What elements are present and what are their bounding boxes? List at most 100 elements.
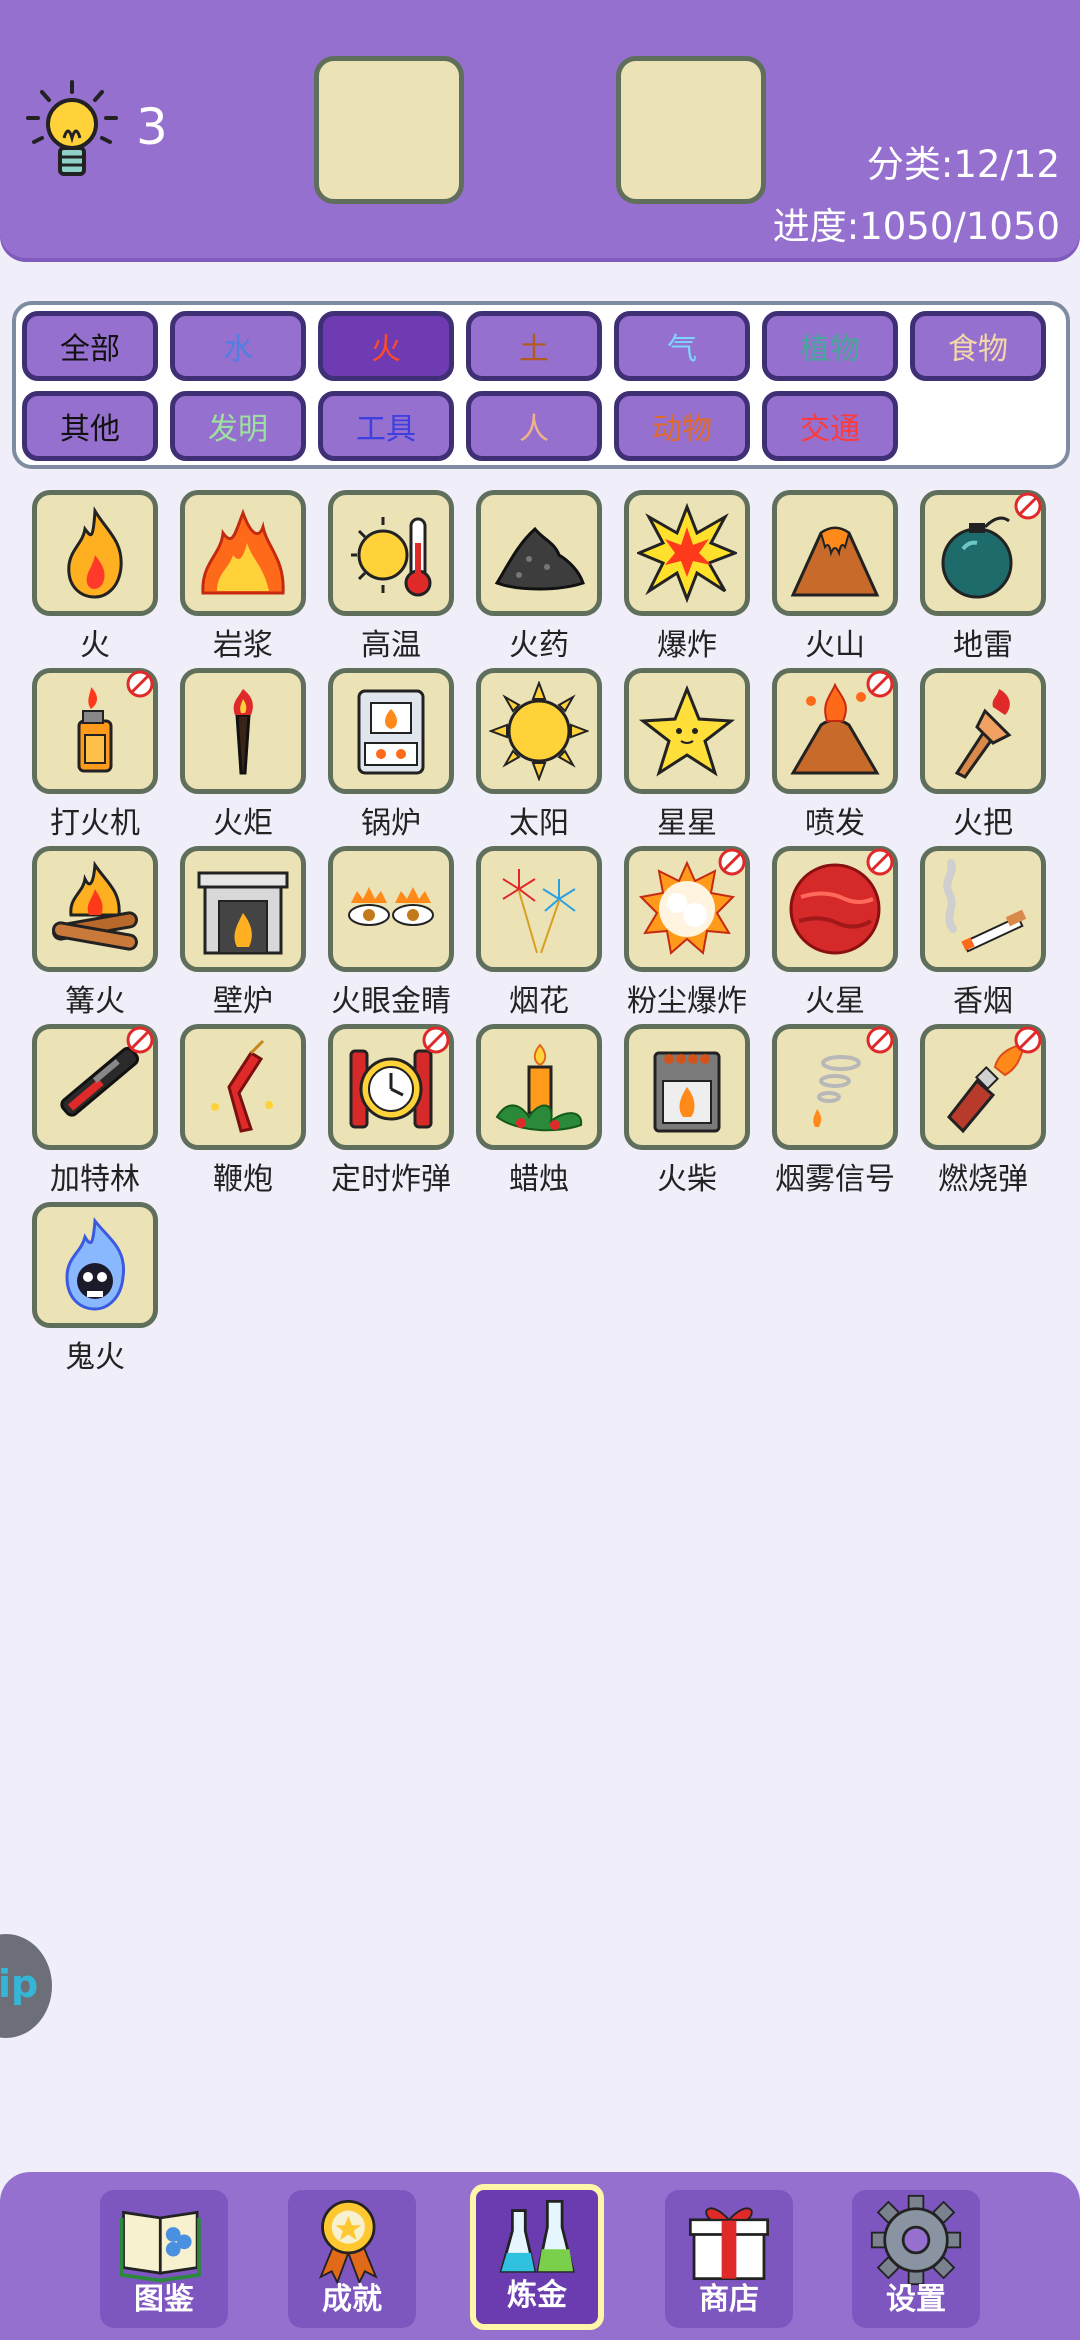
fireworks-icon [502,869,576,954]
element-tile[interactable] [32,846,158,972]
lightbulb-hint-icon[interactable] [22,78,122,188]
filter-chip-5[interactable]: 植物 [762,311,898,381]
element-tile[interactable] [32,1024,158,1150]
nav-label: 炼金 [507,2278,567,2313]
nav-medal-button[interactable]: 成就 [288,2190,416,2328]
filter-chip-7[interactable]: 其他 [22,391,158,461]
star-icon [638,684,736,777]
element-tile[interactable] [328,846,454,972]
filter-chip-3[interactable]: 土 [466,311,602,381]
filter-chip-0[interactable]: 全部 [22,311,158,381]
heat-icon [351,517,432,597]
element-label: 火炬 [213,806,273,841]
element-label: 喷发 [805,806,865,841]
combine-slot-right[interactable] [616,56,766,204]
element-tile[interactable] [624,490,750,616]
filter-chip-12[interactable]: 交通 [762,391,898,461]
nav-label: 商店 [699,2282,759,2317]
element-tile[interactable] [180,1024,306,1150]
element-tile[interactable] [32,1202,158,1328]
element-label: 篝火 [65,984,125,1019]
book-icon [119,2210,201,2283]
element-tile[interactable] [32,668,158,794]
element-label: 锅炉 [361,806,421,841]
fiery-eyes-icon [348,887,434,926]
element-tile[interactable] [476,1024,602,1150]
no-entry-icon [866,848,894,876]
element-tile[interactable] [772,490,898,616]
element-label: 火柴 [657,1162,717,1197]
nav-flask-button[interactable]: 炼金 [470,2184,604,2330]
matches-icon [653,1051,721,1133]
nav-gear-button[interactable]: 设置 [852,2190,980,2328]
explosion-icon [637,503,737,603]
element-label: 定时炸弹 [331,1162,451,1197]
category-filter-panel: 全部水火土气植物 食物其他 发明 工具人动物 交通 [12,301,1070,469]
boiler-icon [357,689,425,775]
category-progress: 分类:12/12 [866,143,1060,186]
element-tile[interactable] [920,490,1046,616]
element-tile[interactable] [772,1024,898,1150]
element-tile[interactable] [772,846,898,972]
element-label: 火把 [953,806,1013,841]
nav-label: 图鉴 [134,2282,194,2317]
element-label: 星星 [657,806,717,841]
no-entry-icon [866,1026,894,1054]
nav-gift-button[interactable]: 商店 [665,2190,793,2328]
no-entry-icon [1014,492,1042,520]
fireplace-icon [197,871,289,955]
element-tile[interactable] [920,668,1046,794]
no-entry-icon [422,1026,450,1054]
element-tile[interactable] [476,846,602,972]
filter-chip-4[interactable]: 气 [614,311,750,381]
filter-chip-9[interactable]: 工具 [318,391,454,461]
bonfire-icon [52,860,138,951]
element-tile[interactable] [624,846,750,972]
element-label: 粉尘爆炸 [627,984,747,1019]
element-tile[interactable] [624,1024,750,1150]
filter-chip-2[interactable]: 火 [318,311,454,381]
bottom-nav: 图鉴 成就 炼金 商店 设置 [0,2172,1080,2340]
element-label: 香烟 [953,984,1013,1019]
element-tile[interactable] [772,668,898,794]
combine-slot-left[interactable] [314,56,464,204]
element-label: 高温 [361,628,421,663]
filter-chip-8[interactable]: 发明 [170,391,306,461]
element-tile[interactable] [32,490,158,616]
no-entry-icon [1014,1026,1042,1054]
element-label: 火药 [509,628,569,663]
no-entry-icon [866,670,894,698]
sun-icon [489,681,589,781]
element-tile[interactable] [180,490,306,616]
gear-icon [870,2194,962,2286]
element-label: 鞭炮 [213,1162,273,1197]
cigarette-icon [943,859,1027,953]
element-tile[interactable] [476,490,602,616]
nav-label: 成就 [322,2282,382,2317]
no-entry-icon [126,670,154,698]
element-label: 岩浆 [213,628,273,663]
element-tile[interactable] [180,668,306,794]
element-label: 打火机 [50,806,140,841]
tip-side-tab[interactable]: ip [0,1934,52,2038]
element-tile[interactable] [180,846,306,972]
filter-chip-6[interactable]: 食物 [910,311,1046,381]
filter-chip-1[interactable]: 水 [170,311,306,381]
element-tile[interactable] [476,668,602,794]
element-tile[interactable] [328,668,454,794]
element-tile[interactable] [328,490,454,616]
firecracker-icon [211,1039,273,1133]
element-label: 火星 [805,984,865,1019]
element-label: 蜡烛 [509,1162,569,1197]
element-tile[interactable] [328,1024,454,1150]
element-tile[interactable] [920,1024,1046,1150]
element-tile[interactable] [920,846,1046,972]
ghost-fire-icon [65,1217,126,1311]
element-label: 火山 [805,628,865,663]
element-tile[interactable] [624,668,750,794]
gift-icon [688,2207,770,2281]
filter-chip-11[interactable]: 动物 [614,391,750,461]
filter-chip-10[interactable]: 人 [466,391,602,461]
volcano-icon [790,526,880,597]
nav-book-button[interactable]: 图鉴 [100,2190,228,2328]
